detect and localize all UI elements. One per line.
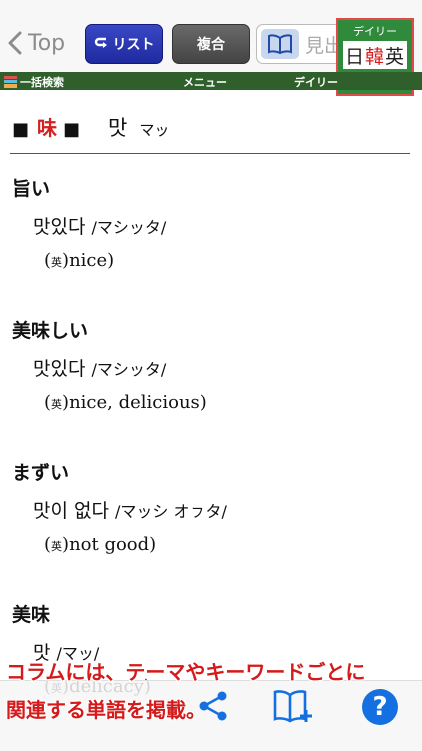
entry-korean-word: 맛이 없다 — [33, 500, 109, 522]
combo-button[interactable]: 複合 — [172, 24, 250, 64]
list-button[interactable]: リスト — [85, 24, 163, 64]
bulk-search-label: 一括検索 — [20, 76, 64, 89]
entry-pronunciation: /マシッタ/ — [91, 360, 167, 379]
entry-korean: 맛있다 /マシッタ/ — [33, 212, 166, 239]
entry-english: (英)nice, delicious) — [44, 392, 207, 413]
daily-link[interactable]: デイリー — [294, 74, 338, 90]
badge-char-korean: 韓 — [364, 45, 385, 68]
swap-arrow-icon — [94, 37, 107, 48]
chevron-left-icon — [8, 31, 22, 55]
entry-english: (英)nice) — [44, 250, 115, 271]
list-label: リスト — [112, 37, 155, 53]
books-icon — [4, 76, 17, 88]
headword-marker: ■ — [12, 119, 30, 140]
entry-english-text: nice — [69, 250, 108, 271]
english-tag: 英 — [51, 398, 63, 411]
bulk-search-link[interactable]: 一括検索 — [4, 74, 64, 90]
headword-marker-2: ■ — [63, 119, 81, 140]
promo-line-2: 関連する単語を掲載。 — [6, 698, 206, 722]
back-label: Top — [28, 30, 66, 56]
menu-bar: 一括検索 メニュー デイリー — [0, 72, 422, 90]
headword-kana: マッ — [139, 121, 170, 139]
badge-char-english: 英 — [385, 45, 406, 68]
badge-title: 日韓英 — [343, 41, 407, 69]
headword-kanji: 味 — [37, 116, 58, 140]
headword-korean: 맛 — [108, 116, 128, 140]
entry-english: (英)not good) — [44, 534, 157, 555]
entry-korean-word: 맛있다 — [33, 216, 86, 238]
entry-pronunciation: /マシッタ/ — [91, 218, 167, 237]
entry-korean: 맛있다 /マシッタ/ — [33, 354, 166, 381]
badge-char-japanese: 日 — [344, 45, 365, 68]
english-tag: 英 — [51, 256, 63, 269]
badge-top-text: デイリー — [353, 25, 397, 38]
entry-japanese: 美味 — [12, 604, 51, 626]
entry-korean-word: 맛있다 — [33, 358, 86, 380]
entry-japanese: 美味しい — [12, 320, 89, 342]
menu-link[interactable]: メニュー — [183, 74, 227, 90]
entry-japanese: 旨い — [12, 178, 51, 200]
entry-english-text: not good — [69, 534, 150, 555]
entry-japanese: まずい — [12, 462, 70, 484]
promo-line-1: コラムには、テーマやキーワードごとに — [6, 660, 366, 684]
divider — [10, 153, 410, 154]
english-tag: 英 — [51, 540, 63, 553]
entry-korean: 맛이 없다 /マッシ オㇷタ/ — [33, 496, 227, 523]
combo-label: 複合 — [197, 37, 225, 53]
entry-english-text: nice, delicious — [69, 392, 200, 413]
book-icon[interactable] — [261, 29, 299, 59]
entry-pronunciation: /マッシ オㇷタ/ — [115, 502, 227, 521]
headword: ■ 味 ■ 맛 マッ — [12, 112, 169, 142]
back-button[interactable]: Top — [8, 26, 65, 60]
